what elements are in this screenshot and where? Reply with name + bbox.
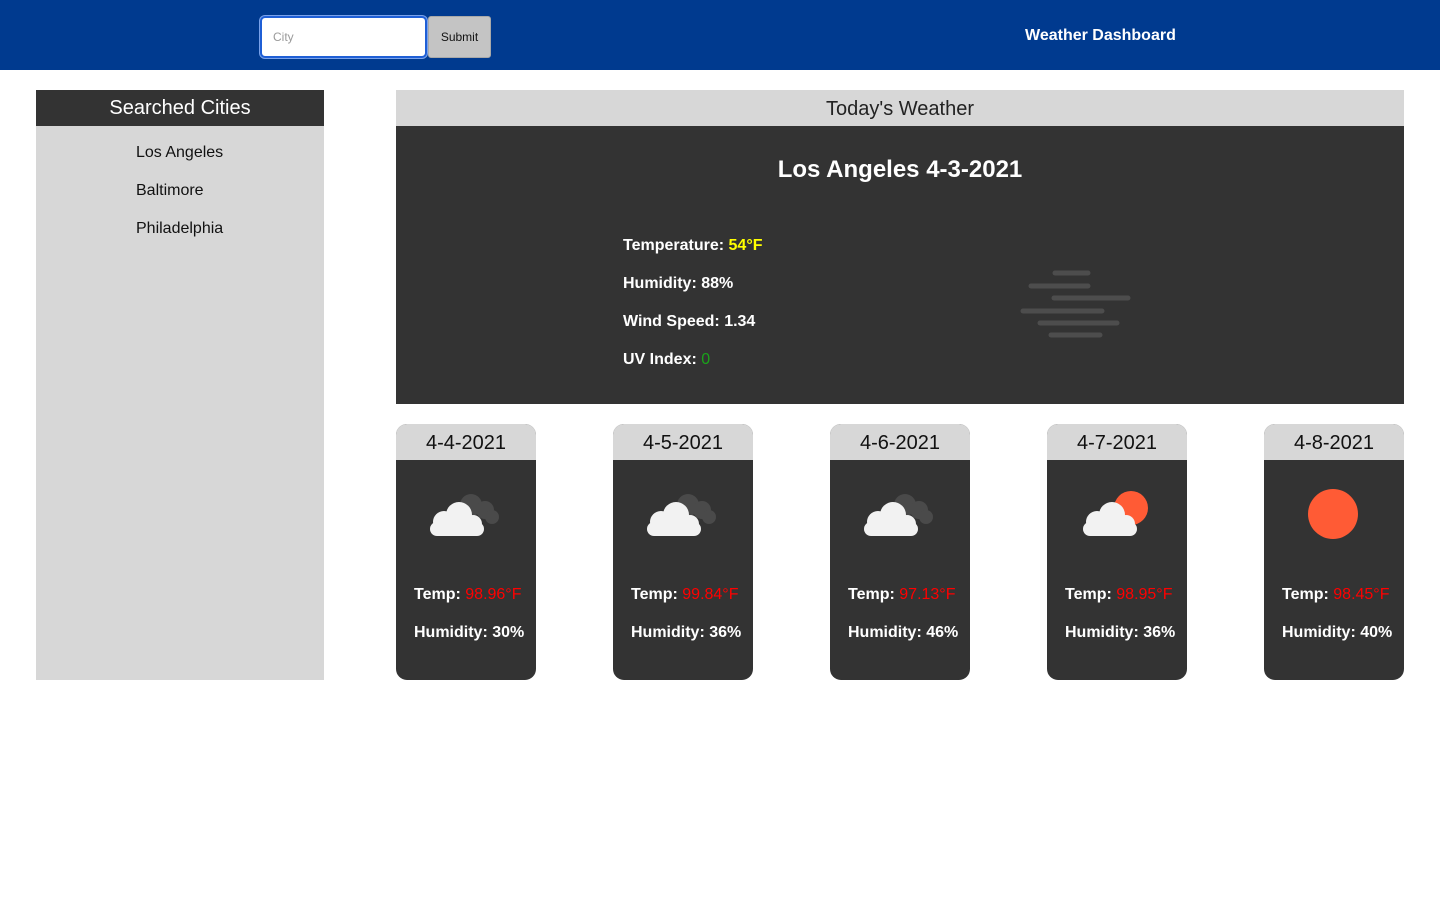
forecast-date: 4-7-2021 bbox=[1047, 424, 1187, 460]
forecast-temp-value: 99.84°F bbox=[682, 586, 739, 603]
forecast-temp: Temp: 99.84°F bbox=[631, 586, 738, 604]
city-item-baltimore[interactable]: Baltimore bbox=[136, 181, 324, 219]
broken-clouds-icon bbox=[864, 494, 933, 536]
uv-index-value: 0 bbox=[701, 351, 711, 368]
uv-index-label: UV Index: bbox=[623, 351, 697, 368]
searched-cities-panel: Searched Cities Los Angeles Baltimore Ph… bbox=[36, 90, 324, 680]
city-item-philadelphia[interactable]: Philadelphia bbox=[136, 219, 324, 257]
temperature-value: 54°F bbox=[728, 237, 763, 254]
mist-icon bbox=[1020, 270, 1131, 338]
forecast-date: 4-8-2021 bbox=[1264, 424, 1404, 460]
forecast-card: 4-5-2021 Temp: 99.84°F Humidity: 36% bbox=[613, 424, 753, 680]
forecast-temp: Temp: 98.96°F bbox=[414, 586, 521, 604]
temperature-stat: Temperature: 54°F bbox=[623, 236, 762, 274]
few-clouds-sun-icon bbox=[1083, 491, 1148, 536]
forecast-temp-label: Temp: bbox=[1282, 586, 1329, 603]
forecast-temp: Temp: 98.45°F bbox=[1282, 586, 1389, 604]
forecast-temp-label: Temp: bbox=[848, 586, 895, 603]
forecast-temp-value: 97.13°F bbox=[899, 586, 956, 603]
forecast-temp-label: Temp: bbox=[414, 586, 461, 603]
forecast-temp-value: 98.95°F bbox=[1116, 586, 1173, 603]
current-city-date: Los Angeles 4-3-2021 bbox=[777, 156, 1023, 183]
uv-index-stat: UV Index: 0 bbox=[623, 350, 762, 388]
forecast-card: 4-6-2021 Temp: 97.13°F Humidity: 46% bbox=[830, 424, 970, 680]
wind-speed-stat: Wind Speed: 1.34 bbox=[623, 313, 756, 330]
broken-clouds-icon bbox=[647, 494, 716, 536]
top-navbar: Submit Weather Dashboard bbox=[0, 0, 1440, 70]
forecast-temp-label: Temp: bbox=[631, 586, 678, 603]
forecast-humidity: Humidity: 36% bbox=[1065, 624, 1176, 641]
forecast-temp: Temp: 98.95°F bbox=[1065, 586, 1172, 604]
forecast-humidity: Humidity: 30% bbox=[414, 624, 525, 641]
forecast-date: 4-5-2021 bbox=[613, 424, 753, 460]
forecast-card: 4-4-2021 Temp: 98.96°F Humidity: 30% bbox=[396, 424, 536, 680]
todays-weather-body: Los Angeles 4-3-2021 Temperature: 54°F H… bbox=[396, 126, 1404, 404]
broken-clouds-icon bbox=[430, 494, 499, 536]
todays-weather-title: Today's Weather bbox=[396, 90, 1404, 126]
submit-button[interactable]: Submit bbox=[428, 16, 491, 58]
forecast-card: 4-7-2021 Temp: 98.95°F Humidity: 36% bbox=[1047, 424, 1187, 680]
city-item-los-angeles[interactable]: Los Angeles bbox=[136, 143, 324, 181]
forecast-temp-label: Temp: bbox=[1065, 586, 1112, 603]
humidity-stat: Humidity: 88% bbox=[623, 275, 734, 292]
city-search-input[interactable] bbox=[260, 16, 427, 58]
forecast-humidity: Humidity: 46% bbox=[848, 624, 959, 641]
forecast-date: 4-6-2021 bbox=[830, 424, 970, 460]
forecast-card: 4-8-2021 Temp: 98.45°F Humidity: 40% bbox=[1264, 424, 1404, 680]
forecast-temp-value: 98.45°F bbox=[1333, 586, 1390, 603]
forecast-temp-value: 98.96°F bbox=[465, 586, 522, 603]
current-stats: Temperature: 54°F Humidity: 88% Wind Spe… bbox=[623, 236, 762, 388]
forecast-humidity: Humidity: 36% bbox=[631, 624, 742, 641]
searched-cities-list: Los Angeles Baltimore Philadelphia bbox=[36, 126, 324, 257]
searched-cities-title: Searched Cities bbox=[36, 90, 324, 126]
todays-weather-panel: Today's Weather Los Angeles 4-3-2021 Tem… bbox=[396, 90, 1404, 404]
forecast-temp: Temp: 97.13°F bbox=[848, 586, 955, 604]
clear-sun-icon bbox=[1308, 489, 1358, 539]
app-title: Weather Dashboard bbox=[1025, 27, 1176, 44]
temperature-label: Temperature: bbox=[623, 237, 725, 254]
forecast-humidity: Humidity: 40% bbox=[1282, 624, 1393, 641]
forecast-date: 4-4-2021 bbox=[396, 424, 536, 460]
